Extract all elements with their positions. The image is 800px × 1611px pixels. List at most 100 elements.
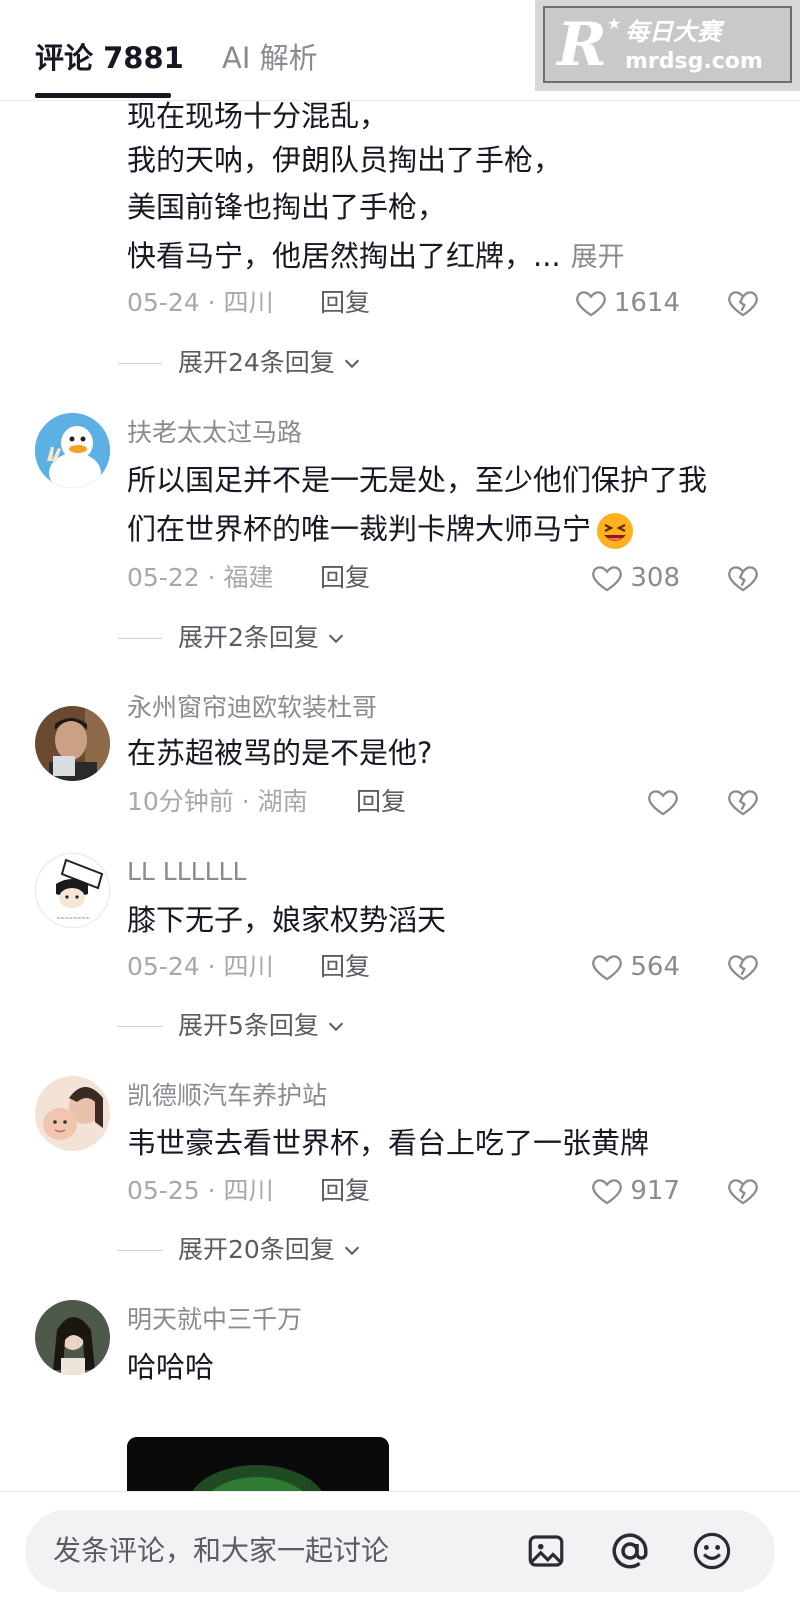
expand-replies-button[interactable]: 展开2条回复 (118, 621, 347, 655)
comment-location: 福建 (223, 563, 274, 592)
portrait-avatar-icon (35, 1300, 110, 1375)
comment-text-line: 哈哈哈 (127, 1350, 215, 1384)
comment-image-thumbnail[interactable] (127, 1437, 389, 1491)
comment-text-line: 我的天呐，伊朗队员掏出了手枪， (127, 143, 563, 177)
expand-replies-button[interactable]: 展开20条回复 (118, 1233, 363, 1267)
comment-username[interactable]: 扶老太太过马路 (127, 416, 302, 450)
tab-comments[interactable]: 评论 7881 (35, 38, 184, 78)
replies-divider (118, 1249, 162, 1251)
active-tab-indicator (35, 93, 171, 98)
meta-separator: · (207, 563, 216, 592)
comment-username[interactable]: 凯德顺汽车养护站 (127, 1079, 327, 1113)
broken-heart-icon[interactable] (726, 286, 760, 320)
heart-icon (648, 790, 678, 816)
like-button[interactable]: 1614 (574, 286, 680, 320)
comment-username[interactable]: LL LLLLLL (127, 855, 246, 889)
heart-icon (592, 566, 623, 592)
broken-heart-icon[interactable] (726, 785, 760, 819)
broken-heart-icon[interactable] (726, 561, 760, 595)
reply-button[interactable]: 回复 (356, 785, 406, 819)
expand-text-button[interactable]: 展开 (571, 242, 625, 273)
replies-label: 展开24条回复 (178, 348, 335, 377)
comment-meta: 05-24 · 四川 (127, 950, 274, 984)
avatar[interactable]: ~~~~~~~~ (35, 853, 110, 928)
comment-input-bar: 发条评论，和大家一起讨论 (0, 1491, 800, 1611)
broken-heart-icon[interactable] (726, 950, 760, 984)
watermark-frame: R ★ 每日大赛 mrdsg.com (543, 6, 792, 83)
comment-text-line: 韦世豪去看世界杯，看台上吃了一张黄牌 (127, 1126, 650, 1160)
comment-text-line: 美国前锋也掏出了手枪， (127, 190, 447, 224)
heart-icon (576, 291, 606, 317)
chevron-down-icon (328, 634, 344, 644)
comment-text: 快看马宁，他居然掏出了红牌，... (127, 239, 561, 273)
replies-label: 展开5条回复 (178, 1011, 319, 1040)
comment-location: 四川 (223, 1176, 274, 1205)
chevron-down-icon (344, 359, 359, 369)
comment-date: 05-24 (127, 288, 200, 317)
comment-username[interactable]: 永州窗帘迪欧软装杜哥 (127, 691, 377, 725)
meta-separator: · (207, 1176, 216, 1205)
comment-text: 们在世界杯的唯一裁判卡牌大师马宁 (127, 512, 592, 546)
broken-heart-icon[interactable] (726, 1174, 760, 1208)
green-orb-image (127, 1437, 389, 1491)
watermark-brand-text: 每日大赛 (625, 18, 721, 46)
like-button[interactable]: 917 (590, 1174, 680, 1208)
emoji-icon[interactable] (691, 1530, 733, 1572)
image-icon[interactable] (525, 1530, 567, 1572)
meta-separator: · (207, 288, 216, 317)
comment-text-line: 现在现场十分混乱， (127, 101, 389, 133)
tab-ai-analysis[interactable]: AI 解析 (222, 38, 318, 78)
comment-text-line: 所以国足并不是一无是处，至少他们保护了我 (127, 463, 708, 497)
comment-username[interactable]: 明天就中三千万 (127, 1303, 302, 1337)
duck-avatar-icon (35, 413, 110, 488)
comment-meta: 10分钟前 · 湖南 (127, 785, 308, 819)
expand-replies-button[interactable]: 展开24条回复 (118, 346, 363, 380)
comment-text-line: 快看马宁，他居然掏出了红牌，... 展开 (127, 234, 625, 280)
avatar[interactable] (35, 706, 110, 781)
like-button[interactable]: 564 (590, 950, 680, 984)
comment-date: 10分钟前 (127, 787, 234, 816)
meta-separator: · (207, 952, 216, 981)
svg-text:~~~~~~~~: ~~~~~~~~ (56, 916, 90, 922)
like-button[interactable] (646, 785, 680, 819)
like-count: 308 (630, 563, 680, 593)
watermark-url: mrdsg.com (625, 49, 763, 74)
heart-icon (592, 1179, 623, 1205)
like-count: 917 (630, 1176, 680, 1206)
avatar[interactable] (35, 1076, 110, 1151)
watermark-r-glyph: R (557, 10, 607, 80)
avatar[interactable] (35, 413, 110, 488)
person-avatar-icon (35, 706, 110, 781)
comment-list[interactable]: 现在现场十分混乱， 我的天呐，伊朗队员掏出了手枪， 美国前锋也掏出了手枪， 快看… (0, 101, 800, 1491)
reply-button[interactable]: 回复 (320, 561, 370, 595)
comment-meta: 05-24 · 四川 (127, 286, 274, 320)
replies-divider (118, 362, 162, 364)
reply-button[interactable]: 回复 (320, 286, 370, 320)
reply-button[interactable]: 回复 (320, 950, 370, 984)
comment-location: 四川 (223, 952, 274, 981)
watermark-logo: R ★ 每日大赛 mrdsg.com (535, 0, 800, 91)
like-count: 1614 (613, 288, 680, 318)
comment-input[interactable]: 发条评论，和大家一起讨论 (25, 1510, 775, 1592)
like-button[interactable]: 308 (590, 561, 680, 595)
expand-replies-button[interactable]: 展开5条回复 (118, 1009, 347, 1043)
laughing-emoji-icon (597, 513, 634, 549)
comment-date: 05-24 (127, 952, 200, 981)
comment-location: 湖南 (257, 787, 308, 816)
avatar[interactable] (35, 1300, 110, 1375)
chevron-down-icon (328, 1022, 344, 1032)
at-icon[interactable] (609, 1530, 651, 1572)
replies-label: 展开2条回复 (178, 623, 319, 652)
comment-text-line: 在苏超被骂的是不是他? (127, 736, 433, 770)
like-count: 564 (630, 952, 680, 982)
cartoon-avatar-icon: ~~~~~~~~ (36, 854, 109, 927)
comment-text-line: 们在世界杯的唯一裁判卡牌大师马宁 (127, 507, 635, 551)
replies-divider (118, 637, 162, 639)
family-photo-avatar-icon (35, 1076, 110, 1151)
comment-meta: 05-22 · 福建 (127, 561, 274, 595)
comment-date: 05-25 (127, 1176, 200, 1205)
replies-divider (118, 1025, 162, 1027)
comment-location: 四川 (223, 288, 274, 317)
chevron-down-icon (344, 1246, 359, 1256)
reply-button[interactable]: 回复 (320, 1174, 370, 1208)
